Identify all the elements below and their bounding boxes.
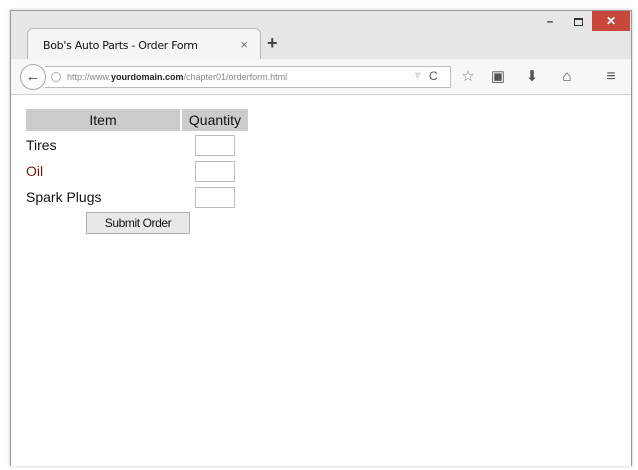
navigation-bar: http://www.yourdomain.com/chapter01/orde… — [11, 59, 631, 95]
back-button[interactable]: ← — [20, 64, 46, 90]
table-row: Tires — [26, 133, 248, 157]
address-bar[interactable]: http://www.yourdomain.com/chapter01/orde… — [45, 66, 451, 88]
qty-cell — [182, 133, 248, 157]
item-label-tires: Tires — [26, 137, 57, 153]
globe-icon — [51, 72, 61, 82]
oil-quantity-input[interactable] — [195, 160, 235, 182]
qty-cell — [182, 185, 248, 209]
url-path: /chapter01/orderform.html — [183, 72, 288, 82]
tab-order-form[interactable]: Bob's Auto Parts - Order Form × — [27, 28, 261, 59]
reload-icon[interactable]: C — [429, 69, 438, 83]
url-text: http://www.yourdomain.com/chapter01/orde… — [67, 72, 287, 82]
submit-order-button[interactable]: Submit Order — [86, 212, 190, 234]
minimize-button[interactable]: – — [537, 11, 563, 31]
menu-icon[interactable]: ≡ — [601, 67, 621, 87]
new-tab-button[interactable]: + — [267, 33, 278, 54]
browser-window: Bob's Auto Parts - Order Form × + – ✕ ht… — [10, 10, 632, 466]
order-table: Item Quantity Tires Oil Spark Plugs Subm… — [24, 107, 250, 237]
qty-cell — [182, 159, 248, 183]
submit-cell: Submit Order — [26, 211, 248, 235]
item-label-spark-plugs: Spark Plugs — [26, 189, 102, 205]
submit-row: Submit Order — [26, 211, 248, 235]
url-domain: yourdomain.com — [111, 72, 184, 82]
url-prefix: http://www. — [67, 72, 112, 82]
header-quantity: Quantity — [182, 109, 248, 131]
maximize-button[interactable] — [565, 11, 591, 31]
tab-title: Bob's Auto Parts - Order Form — [43, 39, 198, 52]
bookmark-star-icon[interactable]: ☆ — [458, 67, 478, 87]
spark-plugs-quantity-input[interactable] — [195, 186, 235, 208]
item-label-oil: Oil — [26, 163, 44, 179]
table-header-row: Item Quantity — [26, 109, 248, 131]
table-row: Spark Plugs — [26, 185, 248, 209]
download-icon[interactable]: ⬇ — [522, 67, 542, 87]
table-row: Oil — [26, 159, 248, 183]
close-window-button[interactable]: ✕ — [592, 11, 630, 31]
page-content: Item Quantity Tires Oil Spark Plugs Subm… — [11, 96, 631, 466]
tires-quantity-input[interactable] — [195, 134, 235, 156]
dropdown-icon[interactable]: ▿ — [415, 70, 420, 81]
title-bar: Bob's Auto Parts - Order Form × + – ✕ — [11, 11, 631, 59]
home-icon[interactable]: ⌂ — [557, 67, 577, 87]
header-item: Item — [26, 109, 180, 131]
tab-close-icon[interactable]: × — [240, 37, 248, 52]
clipboard-icon[interactable]: ▣ — [488, 67, 508, 87]
maximize-icon — [573, 17, 583, 26]
